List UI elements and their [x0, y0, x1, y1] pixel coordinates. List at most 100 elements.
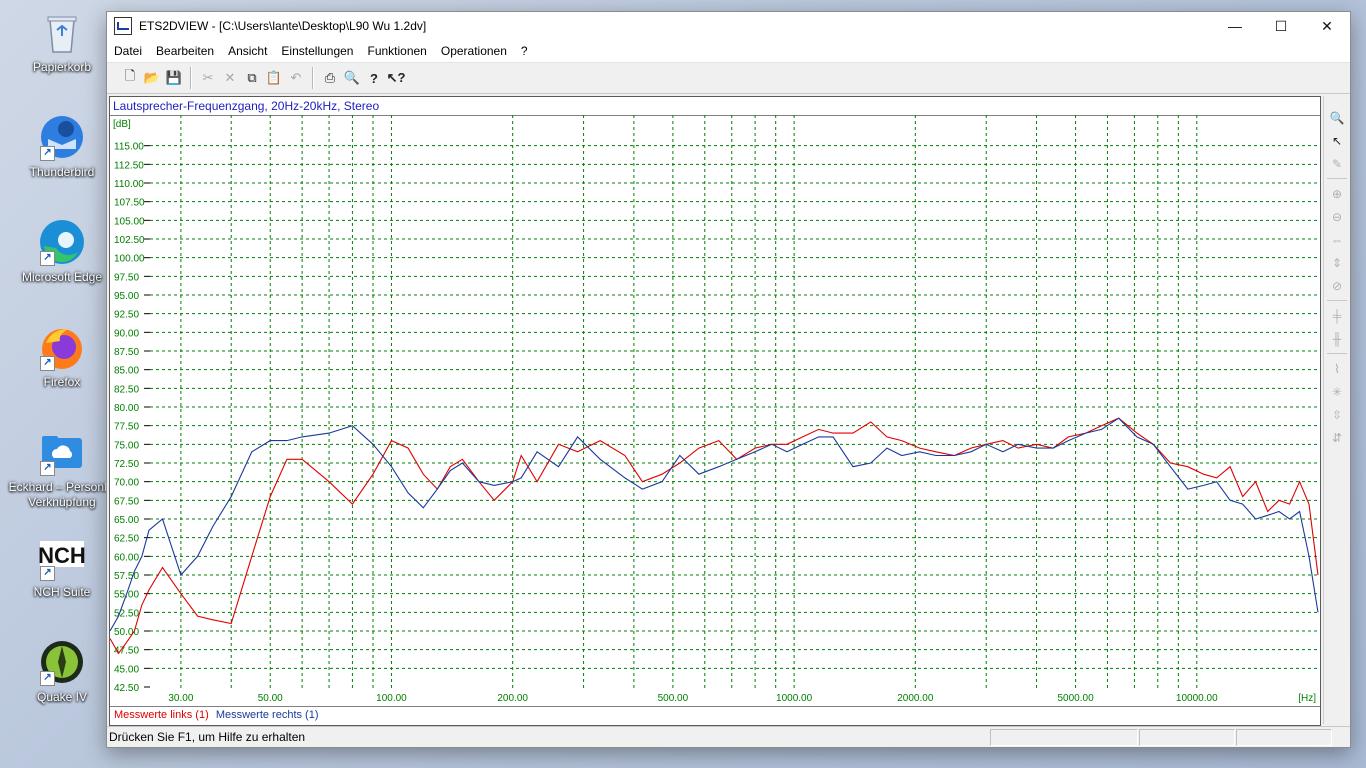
- zoom-out-icon[interactable]: ⊖: [1324, 205, 1350, 228]
- desktop-icon-label: Quake IV: [36, 690, 88, 704]
- desktop-icon-firefox[interactable]: ↗ Firefox: [4, 317, 120, 413]
- y-tick-label: 70.00: [114, 478, 139, 489]
- desktop-icon-quake[interactable]: ↗ Quake IV: [4, 632, 120, 728]
- menu-operationen[interactable]: Operationen: [434, 44, 514, 58]
- frequency-response-plot[interactable]: 42.5045.0047.5050.0052.5055.0057.5060.00…: [110, 97, 1320, 706]
- y-tick-label: 107.50: [114, 198, 145, 209]
- zoom-in-icon[interactable]: ⊕: [1324, 182, 1350, 205]
- legend-divider: [110, 706, 1320, 707]
- cursor-h-icon[interactable]: ╪: [1324, 304, 1350, 327]
- x-tick-label: 50.00: [258, 693, 283, 704]
- open-folder-icon[interactable]: 📂: [141, 67, 163, 89]
- close-button[interactable]: ✕: [1304, 12, 1350, 40]
- y-tick-label: 105.00: [114, 216, 145, 227]
- title-bar[interactable]: ETS2DVIEW - [C:\Users\lante\Desktop\L90 …: [107, 12, 1350, 40]
- shortcut-arrow-icon: ↗: [40, 356, 55, 371]
- status-pane: [1236, 729, 1332, 746]
- desktop-icon-onedrive-folder[interactable]: ↗ Eckhard – Personlic Verknüpfung: [4, 422, 120, 518]
- zoom-x-icon[interactable]: ⇔: [1324, 228, 1350, 251]
- menu-einstellungen[interactable]: Einstellungen: [274, 44, 360, 58]
- nch-logo-icon: NCH ↗: [38, 533, 86, 581]
- print-icon[interactable]: ⎙: [319, 67, 341, 89]
- cursor-v-icon[interactable]: ╫: [1324, 327, 1350, 350]
- delete-icon[interactable]: ✕: [219, 67, 241, 89]
- zoom-reset-icon[interactable]: ⊘: [1324, 274, 1350, 297]
- toolbar-separator: [190, 67, 192, 89]
- palette-separator: [1327, 300, 1347, 301]
- maximize-button[interactable]: ☐: [1258, 12, 1304, 40]
- x-tick-label: 100.00: [376, 693, 407, 704]
- series-line-left: [110, 417, 1319, 655]
- y-axis-unit: [dB]: [113, 119, 131, 130]
- y-tick-label: 75.00: [114, 440, 139, 451]
- x-tick-label: 2000.00: [897, 693, 934, 704]
- minimize-button[interactable]: —: [1212, 12, 1258, 40]
- x-tick-label: 10000.00: [1176, 693, 1218, 704]
- desktop-icon-nch-suite[interactable]: NCH ↗ NCH Suite: [4, 527, 120, 623]
- y-tick-label: 115.00: [114, 142, 144, 153]
- cut-icon[interactable]: ✂: [197, 67, 219, 89]
- y-tick-label: 80.00: [114, 403, 139, 414]
- menu-bearbeiten[interactable]: Bearbeiten: [149, 44, 221, 58]
- zoom-y-icon[interactable]: ⇕: [1324, 251, 1350, 274]
- cursor-icon[interactable]: ↖: [1324, 129, 1350, 152]
- desktop-icon-label: NCH Suite: [33, 585, 91, 599]
- chart-area[interactable]: Lautsprecher-Frequenzgang, 20Hz-20kHz, S…: [109, 96, 1321, 726]
- menu-funktionen[interactable]: Funktionen: [360, 44, 433, 58]
- paste-icon[interactable]: 📋: [263, 67, 285, 89]
- magnifier-icon[interactable]: 🔍: [1324, 106, 1350, 129]
- desktop-icon-edge[interactable]: ↗ Microsoft Edge: [4, 212, 120, 308]
- y-tick-label: 87.50: [114, 347, 139, 358]
- marker-icon[interactable]: ⌇: [1324, 357, 1350, 380]
- y-tick-label: 92.50: [114, 310, 139, 321]
- legend-entry-left: Messwerte links (1): [114, 709, 209, 721]
- save-icon[interactable]: 💾: [163, 67, 185, 89]
- copy-icon[interactable]: ⧉: [241, 67, 263, 89]
- app-window: ETS2DVIEW - [C:\Users\lante\Desktop\L90 …: [106, 11, 1351, 748]
- svg-text:NCH: NCH: [38, 543, 86, 568]
- y-tick-label: 57.50: [114, 571, 139, 582]
- shortcut-arrow-icon: ↗: [40, 461, 55, 476]
- menu-help[interactable]: ?: [514, 44, 535, 58]
- x-tick-label: 200.00: [497, 693, 528, 704]
- y-tick-label: 100.00: [114, 254, 145, 265]
- window-title: ETS2DVIEW - [C:\Users\lante\Desktop\L90 …: [139, 19, 427, 33]
- menu-datei[interactable]: Datei: [107, 44, 149, 58]
- x-tick-label: 1000.00: [776, 693, 813, 704]
- app-icon[interactable]: [114, 17, 132, 35]
- new-file-icon[interactable]: 🗋: [119, 67, 141, 89]
- desktop-icon-label: Firefox: [43, 375, 81, 389]
- y-tick-label: 60.00: [114, 552, 139, 563]
- y-tick-label: 77.50: [114, 422, 139, 433]
- y-tick-label: 90.00: [114, 328, 139, 339]
- menu-ansicht[interactable]: Ansicht: [221, 44, 274, 58]
- menu-bar: Datei Bearbeiten Ansicht Einstellungen F…: [107, 40, 1350, 62]
- print-preview-icon[interactable]: 🔍: [341, 67, 363, 89]
- context-help-icon[interactable]: ↖?: [385, 67, 407, 89]
- toolbar-separator: [312, 67, 314, 89]
- desktop-icon-recycle-bin[interactable]: Papierkorb: [4, 2, 120, 98]
- scale-icon[interactable]: ✳: [1324, 380, 1350, 403]
- shrink-y-icon[interactable]: ⇵: [1324, 426, 1350, 449]
- y-tick-label: 112.50: [114, 160, 144, 171]
- y-tick-label: 102.50: [114, 235, 145, 246]
- thunderbird-icon: ↗: [38, 113, 86, 161]
- y-tick-label: 72.50: [114, 459, 139, 470]
- palette-separator: [1327, 178, 1347, 179]
- expand-y-icon[interactable]: ⇳: [1324, 403, 1350, 426]
- series-line-right: [110, 417, 1319, 632]
- undo-icon[interactable]: ↶: [285, 67, 307, 89]
- shortcut-arrow-icon: ↗: [40, 251, 55, 266]
- y-tick-label: 97.50: [114, 272, 139, 283]
- chart-legend: Messwerte links (1) Messwerte rechts (1): [114, 709, 323, 721]
- desktop-icon-thunderbird[interactable]: ↗ Thunderbird: [4, 107, 120, 203]
- tool-palette: 🔍 ↖ ✎ ⊕ ⊖ ⇔ ⇕ ⊘ ╪ ╫ ⌇ ✳ ⇳ ⇵: [1323, 96, 1350, 724]
- y-tick-label: 42.50: [114, 683, 139, 694]
- pencil-icon[interactable]: ✎: [1324, 152, 1350, 175]
- x-axis-unit: [Hz]: [1298, 693, 1316, 704]
- y-tick-label: 110.00: [114, 179, 144, 190]
- y-tick-label: 95.00: [114, 291, 139, 302]
- desktop-icon-label: Eckhard – Personlic Verknüpfung: [8, 480, 116, 509]
- help-icon[interactable]: ?: [363, 67, 385, 89]
- status-pane: [990, 729, 1138, 746]
